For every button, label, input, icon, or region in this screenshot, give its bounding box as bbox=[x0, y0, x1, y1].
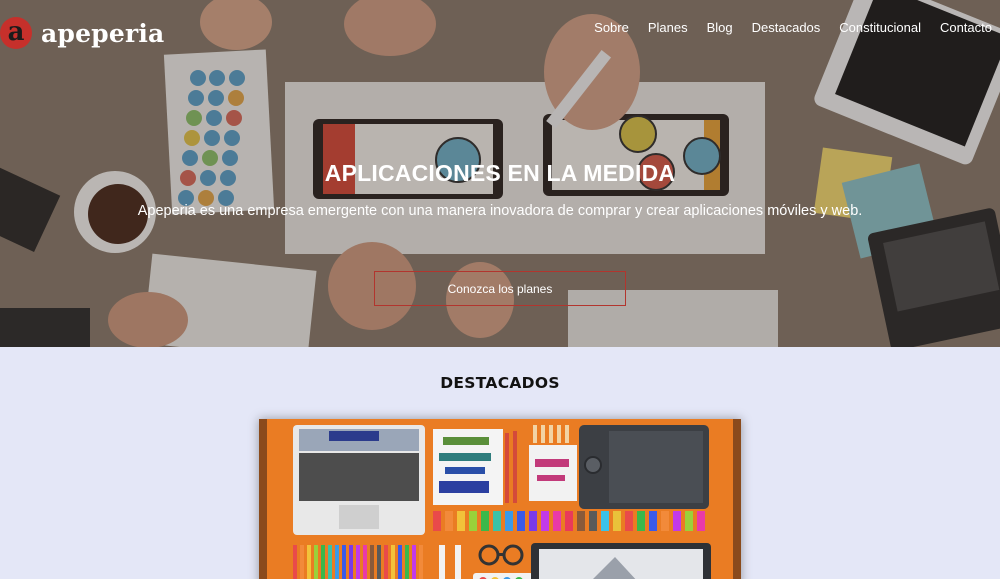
view-plans-button[interactable]: Conozca los planes bbox=[374, 271, 626, 306]
brand-name: apeperia bbox=[41, 18, 165, 48]
hero-title: APLICACIONES EN LA MEDIDA bbox=[324, 160, 676, 186]
nav-link-planes[interactable]: Planes bbox=[648, 20, 688, 36]
featured-illustration bbox=[259, 419, 741, 579]
brand-logo[interactable]: a apeperia bbox=[0, 17, 164, 49]
brand-mark-icon: a bbox=[0, 17, 32, 49]
hero-section: a apeperia Sobre Planes Blog Destacados … bbox=[0, 0, 1000, 347]
nav-link-constitucional[interactable]: Constitucional bbox=[839, 20, 921, 36]
nav-link-destacados[interactable]: Destacados bbox=[752, 20, 821, 36]
featured-section-title: DESTACADOS bbox=[440, 374, 560, 392]
hero-subtitle: Apeperia es una empresa emergente con un… bbox=[137, 203, 863, 219]
nav-link-sobre[interactable]: Sobre bbox=[594, 20, 629, 36]
nav-link-blog[interactable]: Blog bbox=[707, 20, 733, 36]
featured-image[interactable] bbox=[259, 419, 741, 579]
nav-link-contacto[interactable]: Contacto bbox=[940, 20, 992, 36]
main-nav: Sobre Planes Blog Destacados Constitucio… bbox=[575, 20, 992, 36]
